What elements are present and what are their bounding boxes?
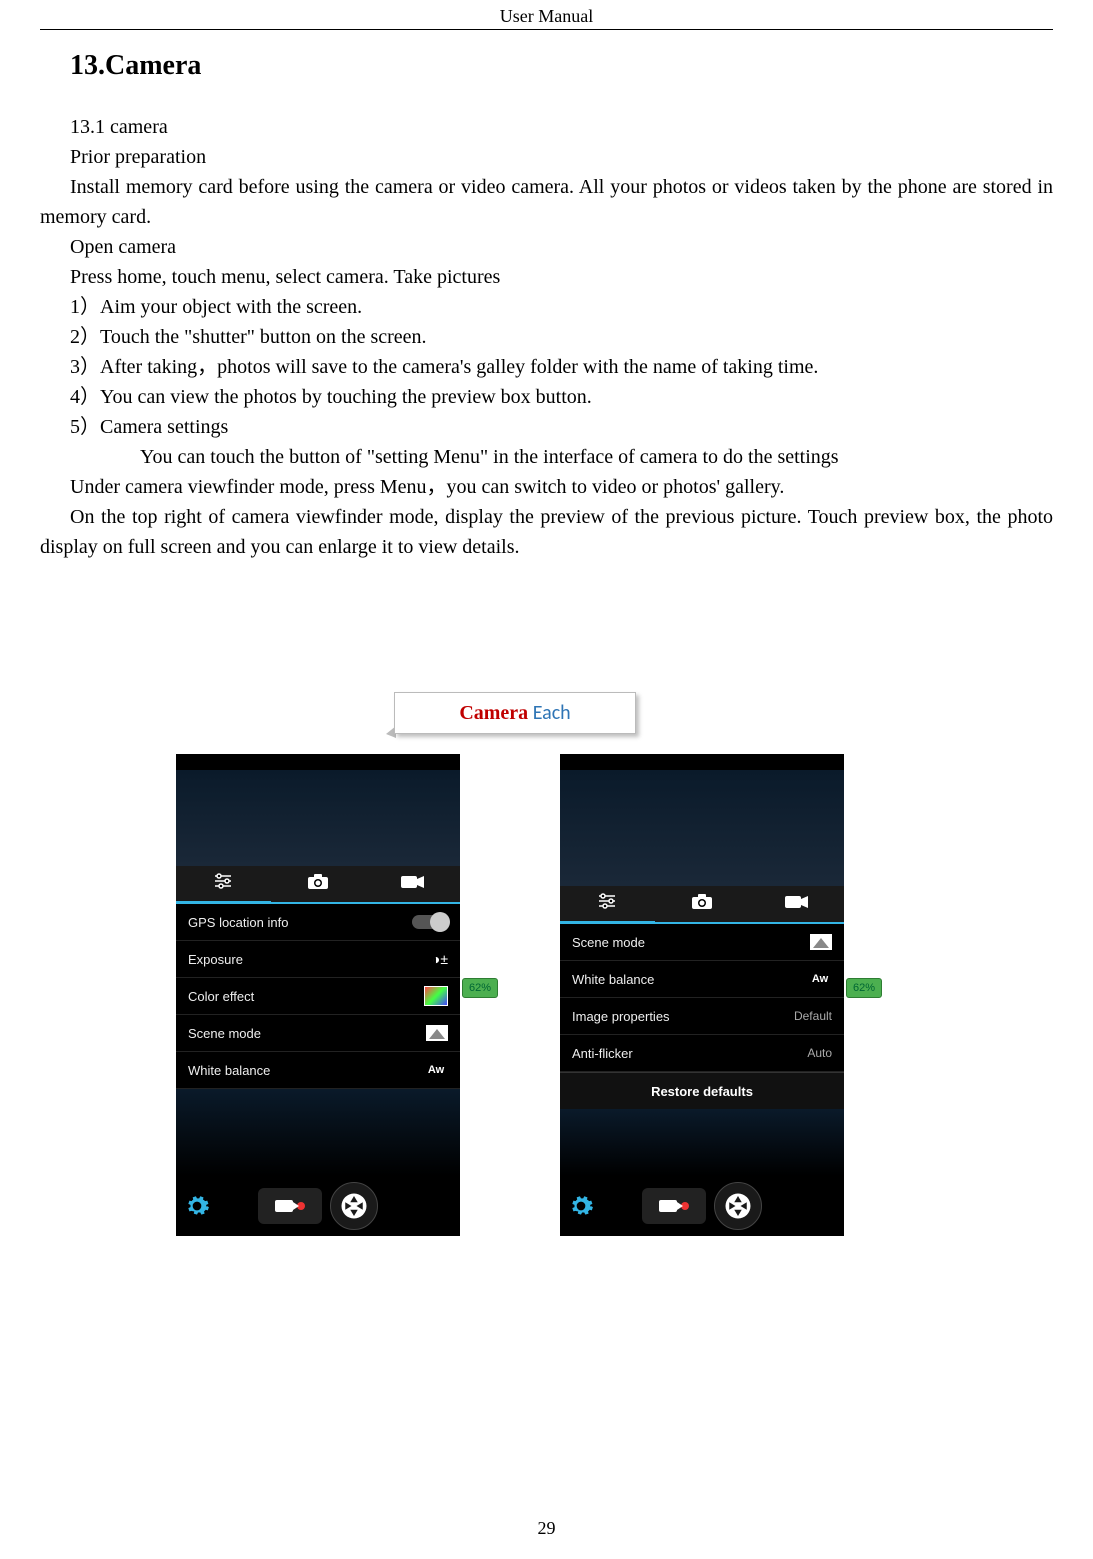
tab-photo[interactable]: [271, 866, 366, 902]
camera-viewfinder[interactable]: [176, 770, 460, 866]
section-title: 13.Camera: [70, 50, 1053, 82]
settings-list: Scene mode White balance Aw Image proper…: [560, 924, 844, 1109]
sliders-icon: [597, 893, 617, 914]
video-icon: [401, 875, 425, 894]
text-paragraph: Install memory card before using the cam…: [40, 172, 1053, 232]
tab-video[interactable]: [365, 866, 460, 902]
callout-label: Camera Each: [394, 692, 636, 734]
color-swatch-icon: [424, 986, 448, 1006]
setting-value: Auto: [807, 1046, 832, 1060]
list-item: 4）You can view the photos by touching th…: [70, 382, 1053, 412]
auto-wb-icon: Aw: [424, 1061, 448, 1079]
text-line: 13.1 camera: [70, 112, 1053, 142]
status-bar: [176, 754, 460, 770]
phone-screenshot-right: Scene mode White balance Aw Image proper…: [560, 754, 844, 1236]
auto-wb-icon: Aw: [808, 970, 832, 988]
gear-icon[interactable]: [184, 1193, 210, 1219]
setting-scene-mode[interactable]: Scene mode: [560, 924, 844, 961]
setting-white-balance[interactable]: White balance Aw: [176, 1052, 460, 1089]
video-icon: [785, 895, 809, 914]
setting-label: White balance: [572, 972, 654, 987]
setting-exposure[interactable]: Exposure ◑±: [176, 941, 460, 978]
setting-label: Exposure: [188, 952, 243, 967]
text-line: Open camera: [70, 232, 1053, 262]
settings-tabbar: [560, 886, 844, 924]
battery-badge: 62%: [462, 978, 498, 998]
camera-bottom-bar: [560, 1176, 844, 1236]
gear-icon[interactable]: [568, 1193, 594, 1219]
setting-gps-location[interactable]: GPS location info: [176, 904, 460, 941]
scene-icon: [426, 1025, 448, 1041]
setting-scene-mode[interactable]: Scene mode: [176, 1015, 460, 1052]
video-icon: [275, 1200, 293, 1212]
shutter-button[interactable]: [330, 1182, 378, 1230]
video-icon: [659, 1200, 677, 1212]
tab-general[interactable]: [560, 886, 655, 924]
settings-tabbar: [176, 866, 460, 904]
sliders-icon: [213, 873, 233, 894]
shutter-button[interactable]: [714, 1182, 762, 1230]
tab-video[interactable]: [749, 886, 844, 922]
page-header: User Manual: [40, 0, 1053, 30]
list-item: 3）After taking，photos will save to the c…: [70, 352, 1053, 382]
status-bar: [560, 754, 844, 770]
list-item: 5）Camera settings: [70, 412, 1053, 442]
setting-label: GPS location info: [188, 915, 288, 930]
setting-label: Color effect: [188, 989, 254, 1004]
setting-value: Default: [794, 1009, 832, 1023]
setting-label: Scene mode: [572, 935, 645, 950]
callout-text-red: Camera: [459, 702, 528, 724]
video-mode-button[interactable]: [258, 1188, 322, 1224]
camera-icon: [307, 874, 329, 895]
text-line: Press home, touch menu, select camera. T…: [70, 262, 1053, 292]
exposure-icon: ◑±: [432, 951, 448, 967]
setting-image-properties[interactable]: Image properties Default: [560, 998, 844, 1035]
battery-badge: 62%: [846, 978, 882, 998]
text-paragraph: On the top right of camera viewfinder mo…: [40, 502, 1053, 562]
page-number: 29: [0, 1518, 1093, 1539]
camera-view-lower: [176, 1089, 460, 1176]
camera-view-lower: [560, 1109, 844, 1176]
setting-anti-flicker[interactable]: Anti-flicker Auto: [560, 1035, 844, 1072]
phone-screenshot-left: GPS location info Exposure ◑± Color effe…: [176, 754, 460, 1236]
toggle-switch[interactable]: [412, 915, 448, 929]
list-item-sub: You can touch the button of "setting Men…: [140, 442, 1053, 472]
video-mode-button[interactable]: [642, 1188, 706, 1224]
callout-text-blue: Each: [528, 701, 571, 725]
camera-icon: [691, 894, 713, 915]
camera-viewfinder[interactable]: [560, 770, 844, 886]
setting-label: Image properties: [572, 1009, 670, 1024]
tab-general[interactable]: [176, 866, 271, 904]
setting-white-balance[interactable]: White balance Aw: [560, 961, 844, 998]
restore-defaults-button[interactable]: Restore defaults: [560, 1072, 844, 1109]
list-item: 2）Touch the "shutter" button on the scre…: [70, 322, 1053, 352]
setting-label: White balance: [188, 1063, 270, 1078]
scene-icon: [810, 934, 832, 950]
tab-photo[interactable]: [655, 886, 750, 922]
setting-color-effect[interactable]: Color effect: [176, 978, 460, 1015]
setting-label: Anti-flicker: [572, 1046, 633, 1061]
settings-list: GPS location info Exposure ◑± Color effe…: [176, 904, 460, 1089]
list-item: 1）Aim your object with the screen.: [70, 292, 1053, 322]
camera-bottom-bar: [176, 1176, 460, 1236]
text-line: Prior preparation: [70, 142, 1053, 172]
text-line: Under camera viewfinder mode, press Menu…: [70, 472, 1053, 502]
setting-label: Scene mode: [188, 1026, 261, 1041]
